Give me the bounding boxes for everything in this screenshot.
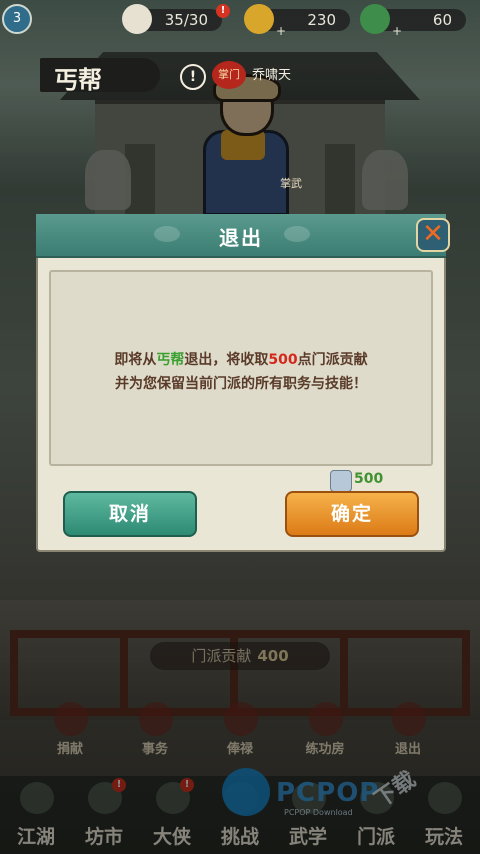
- hero-title-tag: 掌武: [280, 177, 302, 190]
- msg-amount: 500: [268, 352, 298, 368]
- stamina-value: 35/30: [164, 11, 208, 29]
- dialog-message: 即将从丐帮退出，将收取500点门派贡献 并为您保留当前门派的所有职务与技能！: [51, 348, 431, 396]
- add-gold-icon[interactable]: +: [276, 24, 286, 38]
- resource-bar: 3 35/30 ! 230 + 60 +: [0, 0, 480, 40]
- confirm-button[interactable]: 确定: [285, 491, 419, 537]
- sect-leader-name: 乔啸天: [252, 68, 292, 83]
- sect-name: 丐帮: [54, 65, 102, 94]
- sect-info-icon[interactable]: !: [180, 64, 206, 90]
- message-line-1: 即将从丐帮退出，将收取500点门派贡献: [51, 348, 431, 372]
- close-button[interactable]: ✕: [416, 218, 450, 252]
- dialog-message-panel: 即将从丐帮退出，将收取500点门派贡献 并为您保留当前门派的所有职务与技能！: [49, 270, 433, 466]
- dialog-header: 退出: [36, 214, 446, 258]
- message-line-2: 并为您保留当前门派的所有职务与技能！: [115, 376, 367, 392]
- gold-coin-icon: [244, 4, 274, 34]
- stamina-alert-badge: !: [216, 4, 230, 18]
- msg-pre: 即将从: [114, 352, 157, 368]
- msg-sect-name: 丐帮: [156, 352, 185, 368]
- stamina-bun-icon: [122, 4, 152, 34]
- sect-header: 丐帮 ! 掌门 乔啸天: [40, 58, 300, 94]
- gold-value: 230: [307, 11, 336, 29]
- sect-rank-badge: 掌门: [212, 61, 246, 89]
- player-level: 3: [12, 11, 22, 26]
- msg-mid: 退出，将收取: [184, 352, 269, 368]
- jade-icon: [360, 4, 390, 34]
- close-icon: ✕: [422, 219, 444, 249]
- dialog-title: 退出: [219, 226, 263, 250]
- quit-sect-dialog: 退出 ✕ 即将从丐帮退出，将收取500点门派贡献 并为您保留当前门派的所有职务与…: [36, 214, 450, 552]
- add-jade-icon[interactable]: +: [392, 24, 402, 38]
- cost-value: 500: [354, 471, 384, 487]
- cancel-button[interactable]: 取消: [63, 491, 197, 537]
- player-level-avatar[interactable]: 3: [2, 4, 32, 34]
- jade-value: 60: [432, 11, 452, 29]
- msg-post: 点门派贡献: [297, 352, 368, 368]
- contribution-token-icon: [330, 470, 352, 492]
